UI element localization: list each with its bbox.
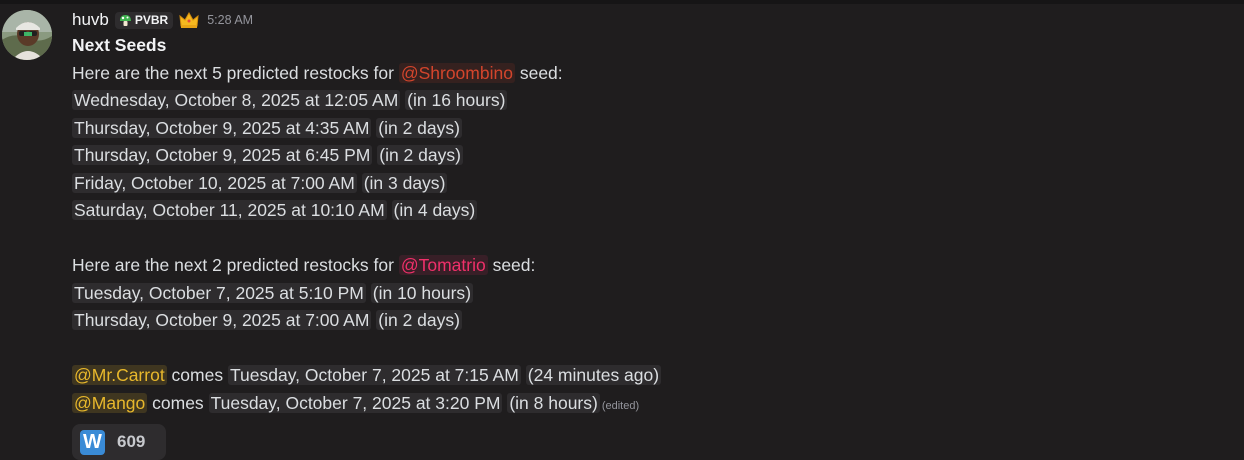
restock-timestamp[interactable]: Thursday, October 9, 2025 at 6:45 PM bbox=[72, 145, 373, 165]
chat-message[interactable]: huvb PVBR 5:28 AM Next Seeds Here are th… bbox=[0, 4, 1244, 460]
mango-line: @Mango comes Tuesday, October 7, 2025 at… bbox=[72, 390, 1234, 418]
carrot-line: @Mr.Carrot comes Tuesday, October 7, 202… bbox=[72, 362, 1234, 390]
carrot-relative[interactable]: (24 minutes ago) bbox=[525, 365, 662, 385]
restock-timestamp[interactable]: Thursday, October 9, 2025 at 7:00 AM bbox=[72, 310, 372, 330]
avatar[interactable] bbox=[2, 10, 52, 60]
server-tag-label: PVBR bbox=[134, 13, 169, 27]
intro-text: Here are the next 5 predicted restocks f… bbox=[72, 62, 399, 83]
mango-relative[interactable]: (in 8 hours) bbox=[507, 392, 600, 413]
restock-timestamp[interactable]: Friday, October 10, 2025 at 7:00 AM bbox=[72, 172, 357, 193]
message-header: huvb PVBR 5:28 AM bbox=[72, 8, 1234, 32]
tomatrio-mention[interactable]: @Tomatrio bbox=[398, 255, 488, 275]
message-title: Next Seeds bbox=[72, 35, 167, 55]
intro-text: Here are the next 2 predicted restocks f… bbox=[72, 255, 399, 275]
comes-text: comes bbox=[166, 365, 228, 385]
restock-line: Thursday, October 9, 2025 at 4:35 AM (in… bbox=[72, 115, 1234, 143]
intro-text-end: seed: bbox=[487, 255, 536, 275]
crown-icon[interactable] bbox=[179, 11, 199, 29]
restock-line: Saturday, October 11, 2025 at 10:10 AM (… bbox=[72, 197, 1234, 225]
restock-relative[interactable]: (in 2 days) bbox=[376, 310, 462, 330]
comes-text: comes bbox=[147, 392, 209, 413]
carrot-timestamp[interactable]: Tuesday, October 7, 2025 at 7:15 AM bbox=[227, 365, 521, 385]
shroombino-intro: Here are the next 5 predicted restocks f… bbox=[72, 60, 1234, 88]
restock-relative[interactable]: (in 3 days) bbox=[361, 172, 448, 193]
avatar-photo bbox=[2, 10, 52, 60]
restock-line: Friday, October 10, 2025 at 7:00 AM (in … bbox=[72, 170, 1234, 198]
mango-mention[interactable]: @Mango bbox=[72, 392, 148, 413]
mr-carrot-mention[interactable]: @Mr.Carrot bbox=[72, 365, 167, 385]
restock-line: Thursday, October 9, 2025 at 7:00 AM (in… bbox=[72, 307, 1234, 335]
restock-relative[interactable]: (in 2 days) bbox=[377, 145, 463, 165]
tomatrio-intro: Here are the next 2 predicted restocks f… bbox=[72, 252, 1234, 280]
message-timestamp[interactable]: 5:28 AM bbox=[207, 13, 253, 27]
mango-timestamp[interactable]: Tuesday, October 7, 2025 at 3:20 PM bbox=[208, 392, 503, 413]
reaction-w[interactable]: W 609 bbox=[72, 424, 166, 460]
restock-line: Thursday, October 9, 2025 at 6:45 PM (in… bbox=[72, 142, 1234, 170]
w-emoji-icon: W bbox=[80, 429, 105, 455]
restock-line: Tuesday, October 7, 2025 at 5:10 PM (in … bbox=[72, 280, 1234, 308]
edited-label: (edited) bbox=[601, 399, 640, 412]
restock-line: Wednesday, October 8, 2025 at 12:05 AM (… bbox=[72, 87, 1234, 115]
restock-relative[interactable]: (in 2 days) bbox=[376, 117, 462, 138]
restock-relative[interactable]: (in 10 hours) bbox=[370, 282, 474, 303]
intro-text-end: seed: bbox=[514, 62, 563, 83]
restock-relative[interactable]: (in 4 days) bbox=[391, 200, 478, 220]
server-tag[interactable]: PVBR bbox=[114, 11, 174, 29]
restock-relative[interactable]: (in 16 hours) bbox=[405, 90, 508, 110]
username[interactable]: huvb bbox=[72, 10, 109, 30]
restock-timestamp[interactable]: Tuesday, October 7, 2025 at 5:10 PM bbox=[72, 282, 366, 303]
shroombino-mention[interactable]: @Shroombino bbox=[398, 62, 515, 83]
reaction-count: 609 bbox=[117, 432, 146, 451]
mushroom-icon bbox=[119, 14, 131, 26]
restock-timestamp[interactable]: Saturday, October 11, 2025 at 10:10 AM bbox=[72, 200, 387, 220]
restock-timestamp[interactable]: Wednesday, October 8, 2025 at 12:05 AM bbox=[72, 90, 401, 110]
restock-timestamp[interactable]: Thursday, October 9, 2025 at 4:35 AM bbox=[72, 117, 372, 138]
message-content: huvb PVBR 5:28 AM Next Seeds Here are th… bbox=[72, 8, 1234, 417]
